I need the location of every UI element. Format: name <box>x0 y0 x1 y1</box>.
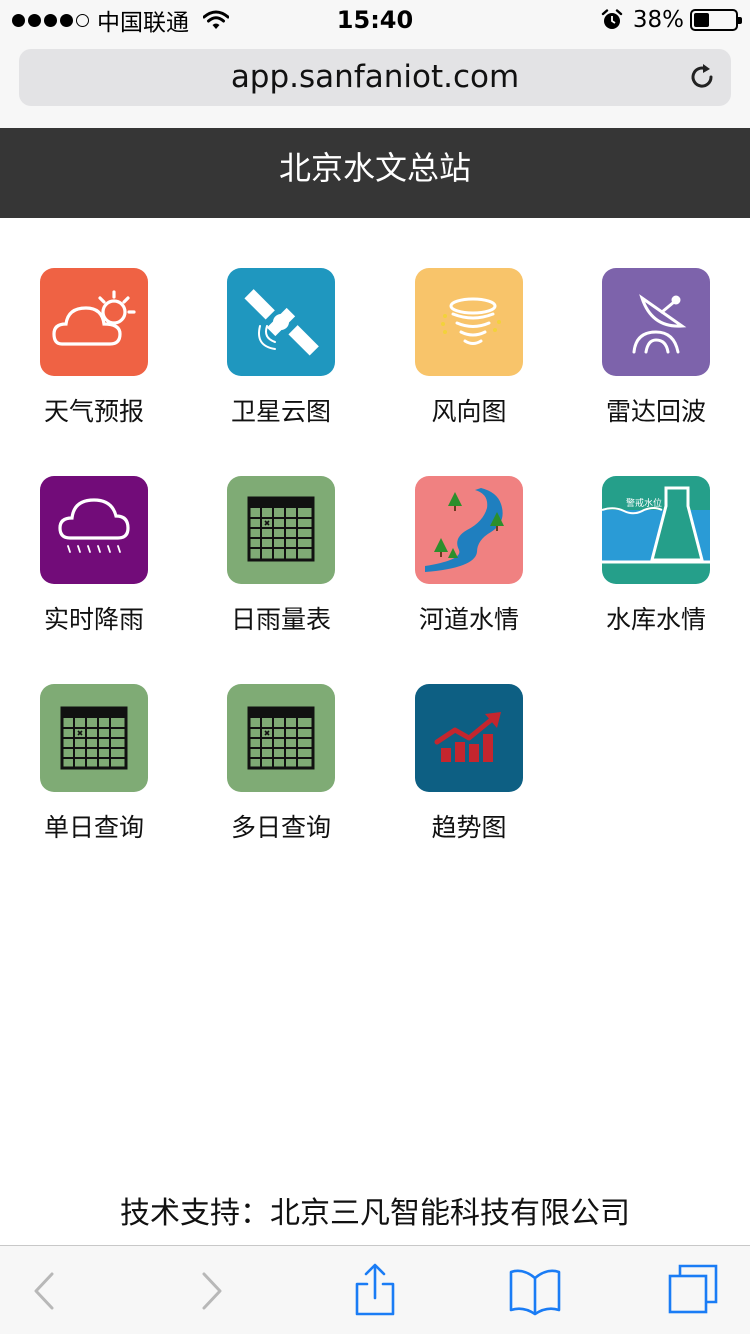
tabs-button[interactable] <box>664 1260 724 1320</box>
menu-item-label: 卫星云图 <box>230 397 331 426</box>
trend-chart-icon[interactable] <box>415 684 523 792</box>
tornado-icon[interactable] <box>415 268 523 376</box>
menu-item-label: 风向图 <box>431 397 507 426</box>
menu-item-label: 趋势图 <box>431 813 507 842</box>
status-bar: 中国联通 15:40 38% <box>0 0 750 40</box>
menu-item-label: 单日查询 <box>43 813 144 842</box>
forward-button[interactable] <box>182 1260 242 1320</box>
back-button[interactable] <box>14 1260 74 1320</box>
menu-item-label: 多日查询 <box>230 813 331 842</box>
book-icon <box>509 1269 561 1316</box>
browser-address-bar: app.sanfaniot.com <box>0 40 750 128</box>
menu-item-single-day-query[interactable]: 单日查询 <box>19 684 169 854</box>
reload-icon[interactable] <box>687 62 717 92</box>
browser-toolbar <box>0 1245 750 1334</box>
menu-item-label: 雷达回波 <box>605 397 706 426</box>
battery-percent: 38% <box>632 7 684 33</box>
river-icon[interactable] <box>415 476 523 584</box>
chevron-left-icon <box>34 1272 54 1310</box>
url-text[interactable]: app.sanfaniot.com <box>19 49 731 106</box>
menu-item-wind-direction[interactable]: 风向图 <box>394 268 544 438</box>
radar-dish-icon[interactable] <box>602 268 710 376</box>
share-button[interactable] <box>345 1260 405 1320</box>
calendar-table-icon[interactable] <box>227 684 335 792</box>
page-title: 北京水文总站 <box>278 149 471 187</box>
battery-level <box>694 13 709 27</box>
share-icon <box>355 1263 395 1316</box>
menu-item-multi-day-query[interactable]: 多日查询 <box>206 684 356 854</box>
menu-item-label: 河道水情 <box>418 605 519 634</box>
menu-item-reservoir-water[interactable]: 警戒水位 水库水情 <box>581 476 731 646</box>
tabs-icon <box>668 1264 718 1314</box>
tech-support-footer: 技术支持：北京三凡智能科技有限公司 <box>120 1196 630 1231</box>
bookmarks-button[interactable] <box>505 1260 565 1320</box>
status-right: 38% <box>601 6 742 34</box>
alarm-clock-icon <box>601 9 623 29</box>
menu-item-weather-forecast[interactable]: 天气预报 <box>19 268 169 438</box>
satellite-icon[interactable] <box>227 268 335 376</box>
menu-item-daily-rainfall[interactable]: 日雨量表 <box>206 476 356 646</box>
reservoir-warning-label: 警戒水位 <box>626 497 662 509</box>
menu-item-label: 实时降雨 <box>43 605 144 634</box>
weather-forecast-icon[interactable] <box>40 268 148 376</box>
menu-item-satellite[interactable]: 卫星云图 <box>206 268 356 438</box>
reservoir-icon[interactable]: 警戒水位 <box>602 476 710 584</box>
calendar-table-icon[interactable] <box>40 684 148 792</box>
menu-item-trend-chart[interactable]: 趋势图 <box>394 684 544 854</box>
chevron-right-icon <box>202 1272 222 1310</box>
menu-item-label: 天气预报 <box>43 397 144 426</box>
menu-item-realtime-rain[interactable]: 实时降雨 <box>19 476 169 646</box>
calendar-table-icon[interactable] <box>227 476 335 584</box>
site-header: 北京水文总站 <box>0 128 750 218</box>
menu-item-label: 日雨量表 <box>230 605 331 634</box>
rain-cloud-icon[interactable] <box>40 476 148 584</box>
menu-item-river-water[interactable]: 河道水情 <box>394 476 544 646</box>
menu-item-radar[interactable]: 雷达回波 <box>581 268 731 438</box>
battery-icon <box>690 9 742 31</box>
menu-item-label: 水库水情 <box>605 605 706 634</box>
url-field[interactable]: app.sanfaniot.com <box>19 49 731 106</box>
